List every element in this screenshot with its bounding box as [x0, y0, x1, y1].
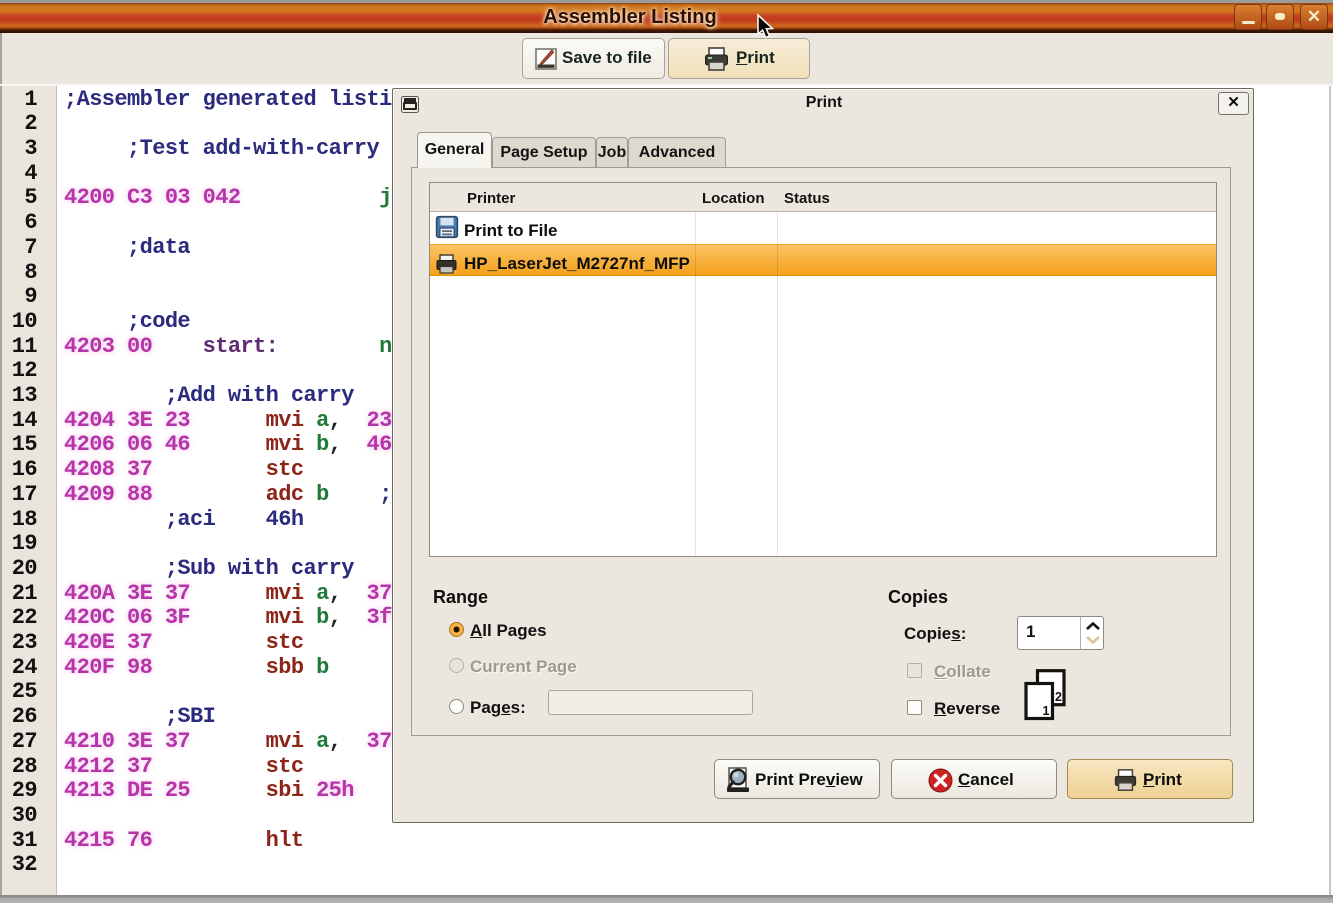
svg-text:1: 1 — [1043, 704, 1050, 718]
svg-text:2: 2 — [1055, 690, 1062, 704]
